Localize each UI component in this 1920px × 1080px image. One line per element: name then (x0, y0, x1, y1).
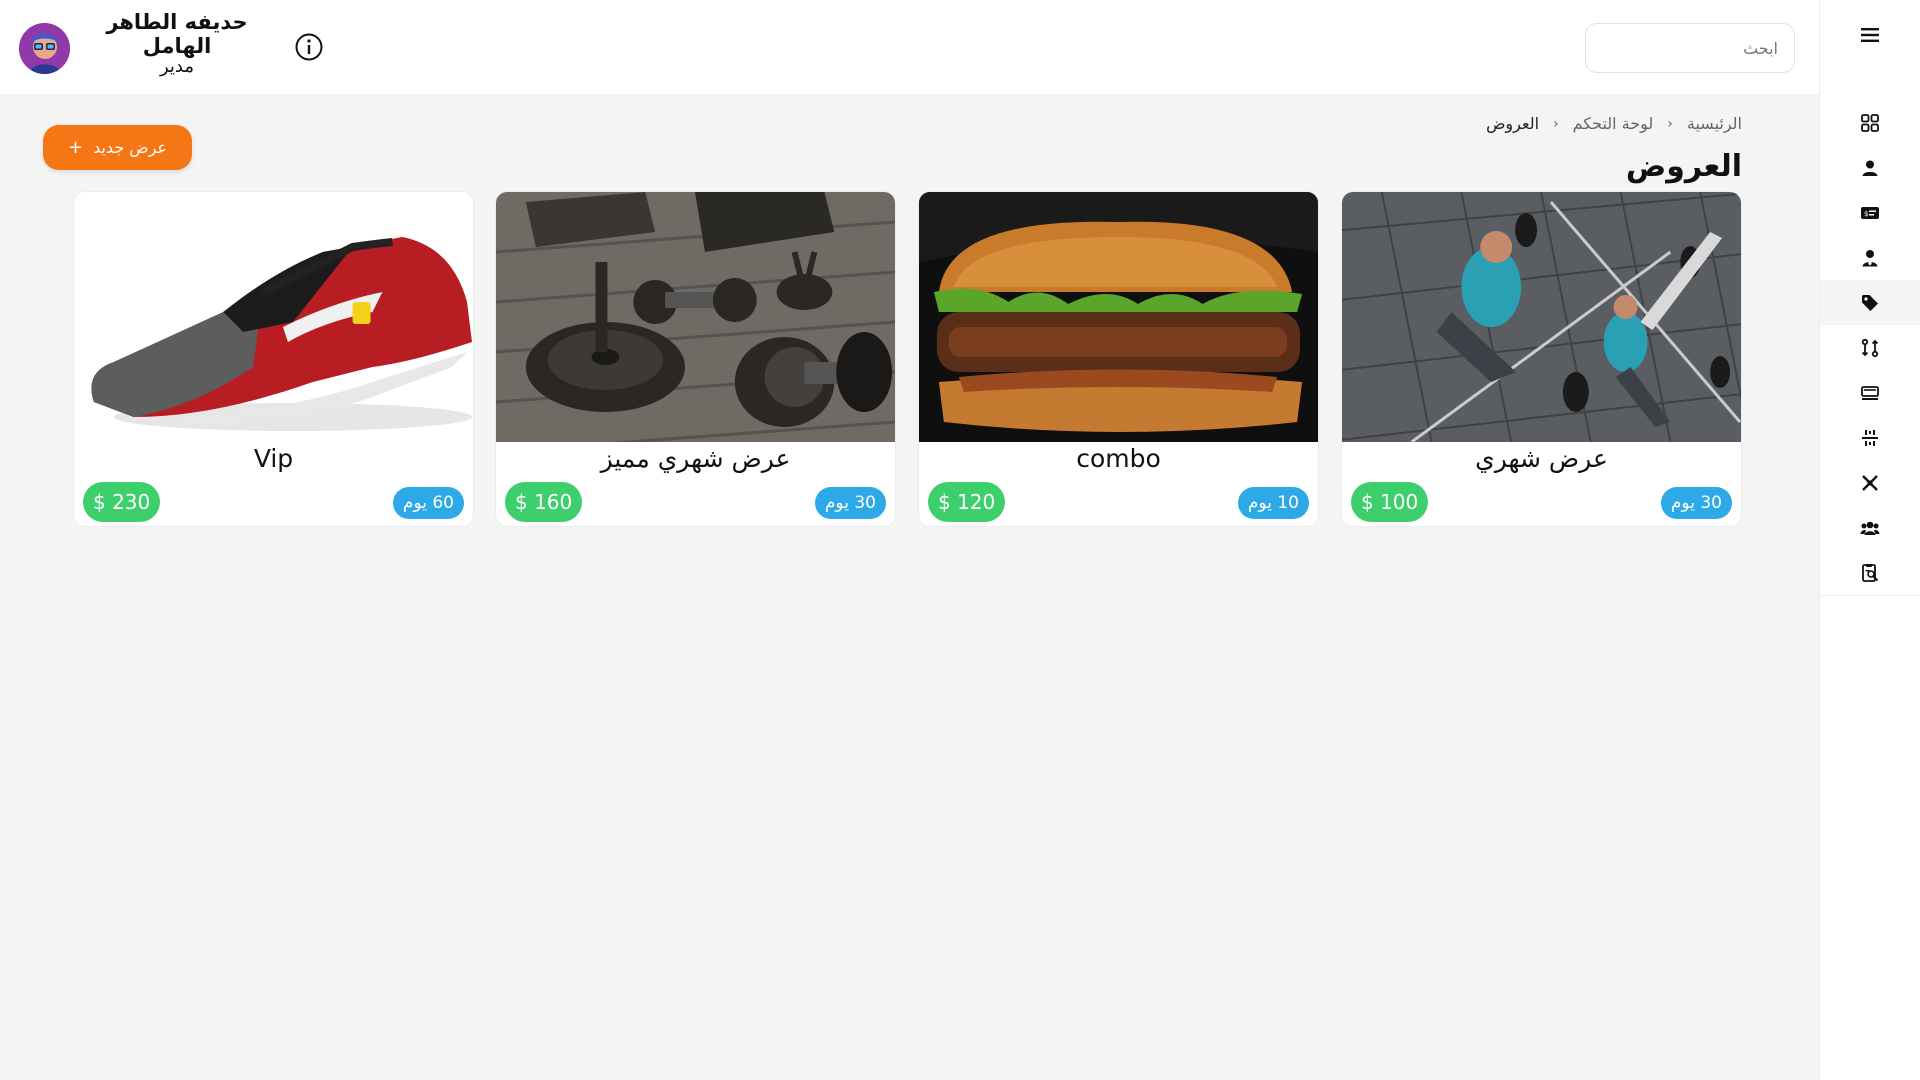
sidebar-item-subscriptions[interactable]: $ (1820, 190, 1920, 235)
monitor-icon (1861, 385, 1879, 400)
sidebar-item-dashboard[interactable] (1820, 100, 1920, 145)
user-name: حديفه الطاهر الهامل (106, 10, 248, 58)
sidebar-item-equipment[interactable] (1820, 370, 1920, 415)
search-input[interactable] (1585, 23, 1795, 73)
chevron-left-icon: › (1667, 115, 1673, 132)
info-icon[interactable] (294, 32, 324, 62)
duration-badge: 10 يوم (1237, 487, 1309, 519)
sidebar-item-transfers[interactable] (1820, 325, 1920, 370)
dumbbell-icon (1862, 474, 1878, 491)
sidebar: $ (1819, 0, 1920, 1080)
breadcrumb-current: العروض (1486, 114, 1540, 133)
sidebar-item-workouts[interactable] (1820, 460, 1920, 505)
offer-title: عرض شهري مميز (600, 444, 791, 473)
breadcrumb-dashboard-link[interactable]: لوحة التحكم (1573, 114, 1654, 133)
page-title: العروض (1625, 149, 1742, 184)
price-badge: $ 230 (83, 482, 161, 522)
offer-card[interactable]: Vip $ 230 60 يوم (73, 191, 474, 527)
menu-toggle-icon[interactable] (1820, 20, 1920, 50)
chevron-left-icon: › (1553, 115, 1559, 132)
grid-icon (1861, 113, 1879, 132)
red-sneaker-photo (74, 192, 473, 442)
add-offer-label: عرض جديد (93, 138, 168, 157)
price-badge: $ 100 (1351, 482, 1429, 522)
sidebar-item-offers[interactable] (1820, 280, 1920, 325)
plus-icon: + (67, 137, 84, 158)
offer-card[interactable]: عرض شهري مميز $ 160 30 يوم (495, 191, 896, 527)
offer-card[interactable]: combo $ 120 10 يوم (918, 191, 1319, 527)
breadcrumb-home-link[interactable]: الرئيسية (1687, 114, 1742, 133)
sidebar-item-coaches[interactable] (1820, 235, 1920, 280)
svg-text:$: $ (1864, 210, 1868, 218)
users-icon (1860, 521, 1880, 535)
top-header: حديفه الطاهر الهامل مدير (0, 0, 1819, 94)
offer-title: عرض شهري (1475, 444, 1608, 473)
id-card-icon: $ (1861, 206, 1879, 219)
sidebar-item-members[interactable] (1820, 145, 1920, 190)
dumbbells-photo (496, 192, 895, 442)
price-badge: $ 120 (928, 482, 1006, 522)
sidebar-item-reports[interactable] (1820, 550, 1920, 595)
user-role: مدير (159, 56, 195, 77)
duration-badge: 30 يوم (814, 487, 886, 519)
sidebar-item-settings[interactable] (1820, 415, 1920, 460)
duration-badge: 60 يوم (392, 487, 464, 519)
sidebar-item-staff[interactable] (1820, 505, 1920, 550)
equalizer-icon (1862, 429, 1878, 446)
add-offer-button[interactable]: + عرض جديد (43, 125, 192, 170)
user-icon (1862, 160, 1878, 176)
duration-badge: 30 يوم (1660, 487, 1732, 519)
burger-photo (919, 192, 1318, 442)
offer-title: combo (1076, 444, 1161, 473)
gym-workout-photo (1342, 192, 1741, 442)
avatar[interactable] (19, 23, 70, 74)
transfer-icon (1861, 338, 1879, 357)
tag-icon (1862, 294, 1878, 311)
breadcrumb: الرئيسية › لوحة التحكم › العروض (1486, 114, 1742, 133)
offer-title: Vip (253, 444, 294, 473)
price-badge: $ 160 (505, 482, 583, 522)
offer-card[interactable]: عرض شهري $ 100 30 يوم (1341, 191, 1742, 527)
user-tie-icon (1862, 249, 1878, 266)
sidebar-nav: $ (1820, 100, 1920, 596)
report-icon (1862, 563, 1879, 582)
